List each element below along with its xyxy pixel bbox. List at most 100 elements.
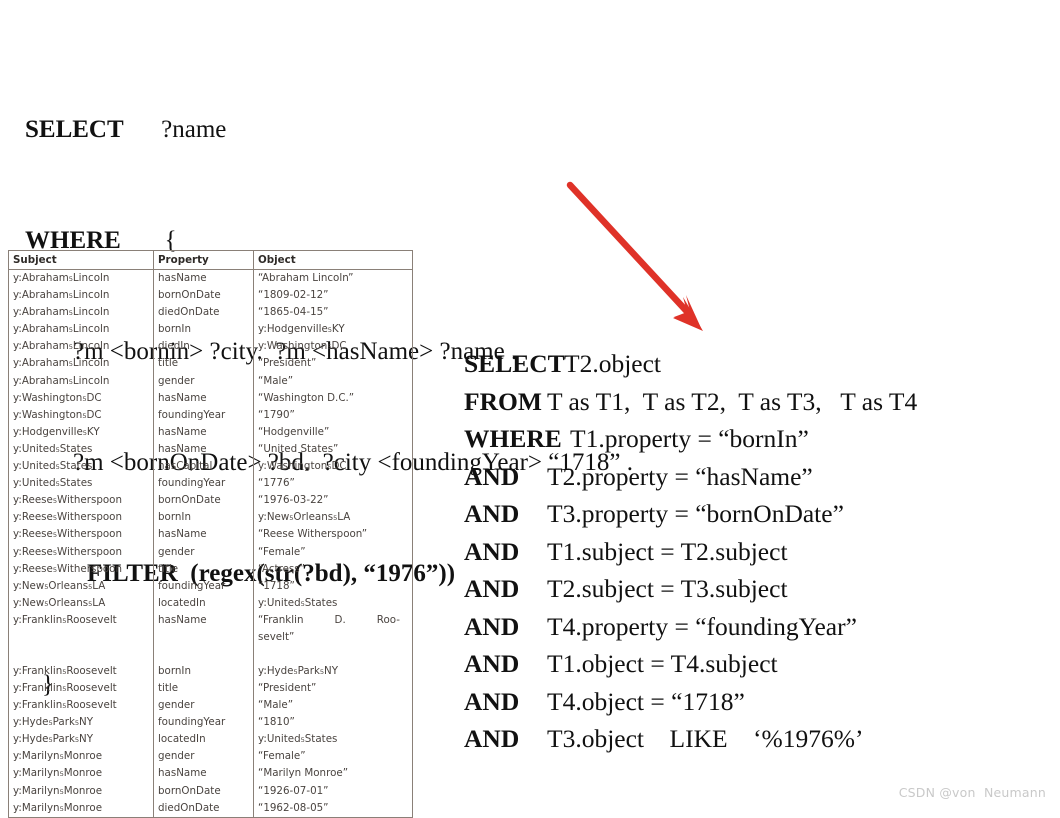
- cell-object: “Male”: [253, 697, 413, 715]
- table-row: y:Franklin₅Roosevelt bornIn y:Hyde₅Park₅NY: [8, 662, 413, 680]
- table-row: y:Reese₅Witherspoon bornOnDate “1976-03-22…: [8, 492, 413, 510]
- cell-object: “Abraham Lincoln”: [253, 269, 413, 288]
- table-row: y:Abraham₅Lincoln hasName “Abraham Lincoln…: [8, 269, 413, 288]
- sql-line: AND T3.property = “bornOnDate”: [464, 495, 1060, 533]
- cell-property: diedOnDate: [153, 799, 254, 818]
- cell-subject: y:Marilyn₅Monroe: [8, 748, 154, 766]
- watermark-text: CSDN @von Neumann: [898, 785, 1046, 800]
- table-row: y:Franklin₅Roosevelt title “President”: [8, 679, 413, 698]
- sparql-line: WHERE {: [0, 185, 700, 254]
- cell-object: “1810”: [253, 714, 413, 732]
- sql-keyword-and: AND: [464, 611, 520, 641]
- cell-subject: y:Reese₅Witherspoon: [8, 526, 154, 544]
- table-row: y:Reese₅Witherspoon title “Actress”: [8, 560, 413, 578]
- cell-object: “President”: [253, 679, 413, 698]
- sql-line: AND T2.property = “hasName”: [464, 458, 1060, 496]
- cell-property: gender: [153, 748, 254, 766]
- sparql-keyword-select: SELECT: [25, 116, 124, 143]
- cell-subject: y:Washington₅DC: [8, 406, 154, 424]
- table-row: y:Franklin₅Roosevelt hasName “Franklin D. …: [8, 611, 413, 663]
- cell-property: bornIn: [153, 509, 254, 527]
- sql-keyword-from: FROM: [464, 386, 542, 416]
- cell-object-line-2: sevelt”: [258, 630, 295, 643]
- sql-keyword-and: AND: [464, 724, 520, 753]
- cell-property: bornOnDate: [153, 287, 254, 305]
- cell-subject: y:Abraham₅Lincoln: [8, 355, 154, 373]
- sql-line: AND T4.object = “1718”: [464, 683, 1060, 721]
- rdf-triple-table: Subject Property Object y:Abraham₅Lincol…: [8, 250, 413, 818]
- cell-subject: y:Reese₅Witherspoon: [8, 509, 154, 527]
- cell-property: hasName: [153, 765, 254, 783]
- sparql-line-rest: ?name: [123, 116, 227, 143]
- cell-property: locatedIn: [153, 731, 254, 749]
- cell-object: “1790”: [253, 406, 413, 424]
- cell-property: foundingYear: [153, 475, 254, 493]
- rdf-triple-table-container: Subject Property Object y:Abraham₅Lincol…: [8, 250, 413, 818]
- sql-value: T2.property = “hasName”: [547, 461, 813, 491]
- cell-object: “Hodgenville”: [253, 423, 413, 441]
- cell-property: foundingYear: [153, 714, 254, 732]
- table-row: y:Abraham₅Lincoln diedIn y:Washington₅DC: [8, 338, 413, 356]
- cell-object: y:Washington₅DC: [253, 338, 413, 356]
- table-row: y:Marilyn₅Monroe gender “Female”: [8, 748, 413, 766]
- cell-subject: y:Reese₅Witherspoon: [8, 543, 154, 561]
- table-row: y:Abraham₅Lincoln diedOnDate “1865-04-15”: [8, 304, 413, 322]
- cell-object: “Washington D.C.”: [253, 389, 413, 407]
- cell-subject: y:New₅Orleans₅LA: [8, 577, 154, 595]
- cell-subject: y:Hodgenville₅KY: [8, 423, 154, 441]
- cell-object: “Marilyn Monroe”: [253, 765, 413, 783]
- cell-property: bornIn: [153, 662, 254, 680]
- cell-object: “United States”: [253, 440, 413, 459]
- cell-object: “Reese Witherspoon”: [253, 526, 413, 544]
- column-header-property: Property: [153, 250, 254, 270]
- table-row: y:United₅States foundingYear “1776”: [8, 475, 413, 493]
- cell-subject: y:United₅States: [8, 440, 154, 459]
- cell-property: gender: [153, 697, 254, 715]
- sql-query-block: SELECTT2.object FROM T as T1, T as T2, T …: [464, 345, 1060, 758]
- table-row: y:Abraham₅Lincoln bornOnDate “1809-02-12”: [8, 287, 413, 305]
- sql-value: T1.subject = T2.subject: [547, 536, 788, 566]
- cell-object: “Male”: [253, 372, 413, 390]
- cell-property: bornIn: [153, 321, 254, 339]
- cell-object: y:United₅States: [253, 594, 413, 612]
- cell-subject: y:Franklin₅Roosevelt: [8, 697, 154, 715]
- sql-line: AND T1.object = T4.subject: [464, 645, 1060, 683]
- cell-object: y:Hyde₅Park₅NY: [253, 662, 413, 680]
- cell-subject: y:Reese₅Witherspoon: [8, 492, 154, 510]
- cell-property: bornOnDate: [153, 782, 254, 800]
- cell-subject: y:Abraham₅Lincoln: [8, 372, 154, 390]
- cell-subject: y:United₅States: [8, 458, 154, 476]
- cell-subject: y:Abraham₅Lincoln: [8, 304, 154, 322]
- cell-subject: y:Marilyn₅Monroe: [8, 765, 154, 783]
- cell-object: “1776”: [253, 475, 413, 493]
- sql-keyword-and: AND: [464, 461, 520, 491]
- cell-property: locatedIn: [153, 594, 254, 612]
- cell-object: “1962-08-05”: [253, 799, 413, 818]
- table-row: y:Franklin₅Roosevelt gender “Male”: [8, 697, 413, 715]
- cell-subject: y:Hyde₅Park₅NY: [8, 714, 154, 732]
- cell-object: “1865-04-15”: [253, 304, 413, 322]
- sql-keyword-and: AND: [464, 686, 520, 716]
- cell-object: y:Hodgenville₅KY: [253, 321, 413, 339]
- cell-subject: y:Abraham₅Lincoln: [8, 287, 154, 305]
- cell-subject: y:Washington₅DC: [8, 389, 154, 407]
- sql-line: AND T2.subject = T3.subject: [464, 570, 1060, 608]
- sql-keyword-select: SELECT: [464, 349, 565, 378]
- column-header-subject: Subject: [8, 250, 154, 270]
- table-row: y:Marilyn₅Monroe bornOnDate “1926-07-01”: [8, 782, 413, 800]
- cell-object: “Female”: [253, 543, 413, 561]
- sql-value: T2.subject = T3.subject: [547, 574, 788, 603]
- cell-property: hasName: [153, 611, 254, 663]
- sql-value: T1.property = “bornIn”: [570, 424, 809, 453]
- sql-value: T3.object LIKE ‘%1976%’: [547, 724, 864, 753]
- cell-property: hasName: [153, 389, 254, 407]
- cell-property: hasName: [153, 526, 254, 544]
- sql-keyword-where: WHERE: [464, 424, 562, 453]
- sql-keyword-and: AND: [464, 499, 520, 528]
- sql-value: T3.property = “bornOnDate”: [547, 499, 844, 528]
- cell-property: hasName: [153, 423, 254, 441]
- cell-object: “Actress”: [253, 560, 413, 578]
- sql-value: T2.object: [564, 349, 662, 378]
- cell-object: y:United₅States: [253, 731, 413, 749]
- table-row: y:Reese₅Witherspoon gender “Female”: [8, 543, 413, 561]
